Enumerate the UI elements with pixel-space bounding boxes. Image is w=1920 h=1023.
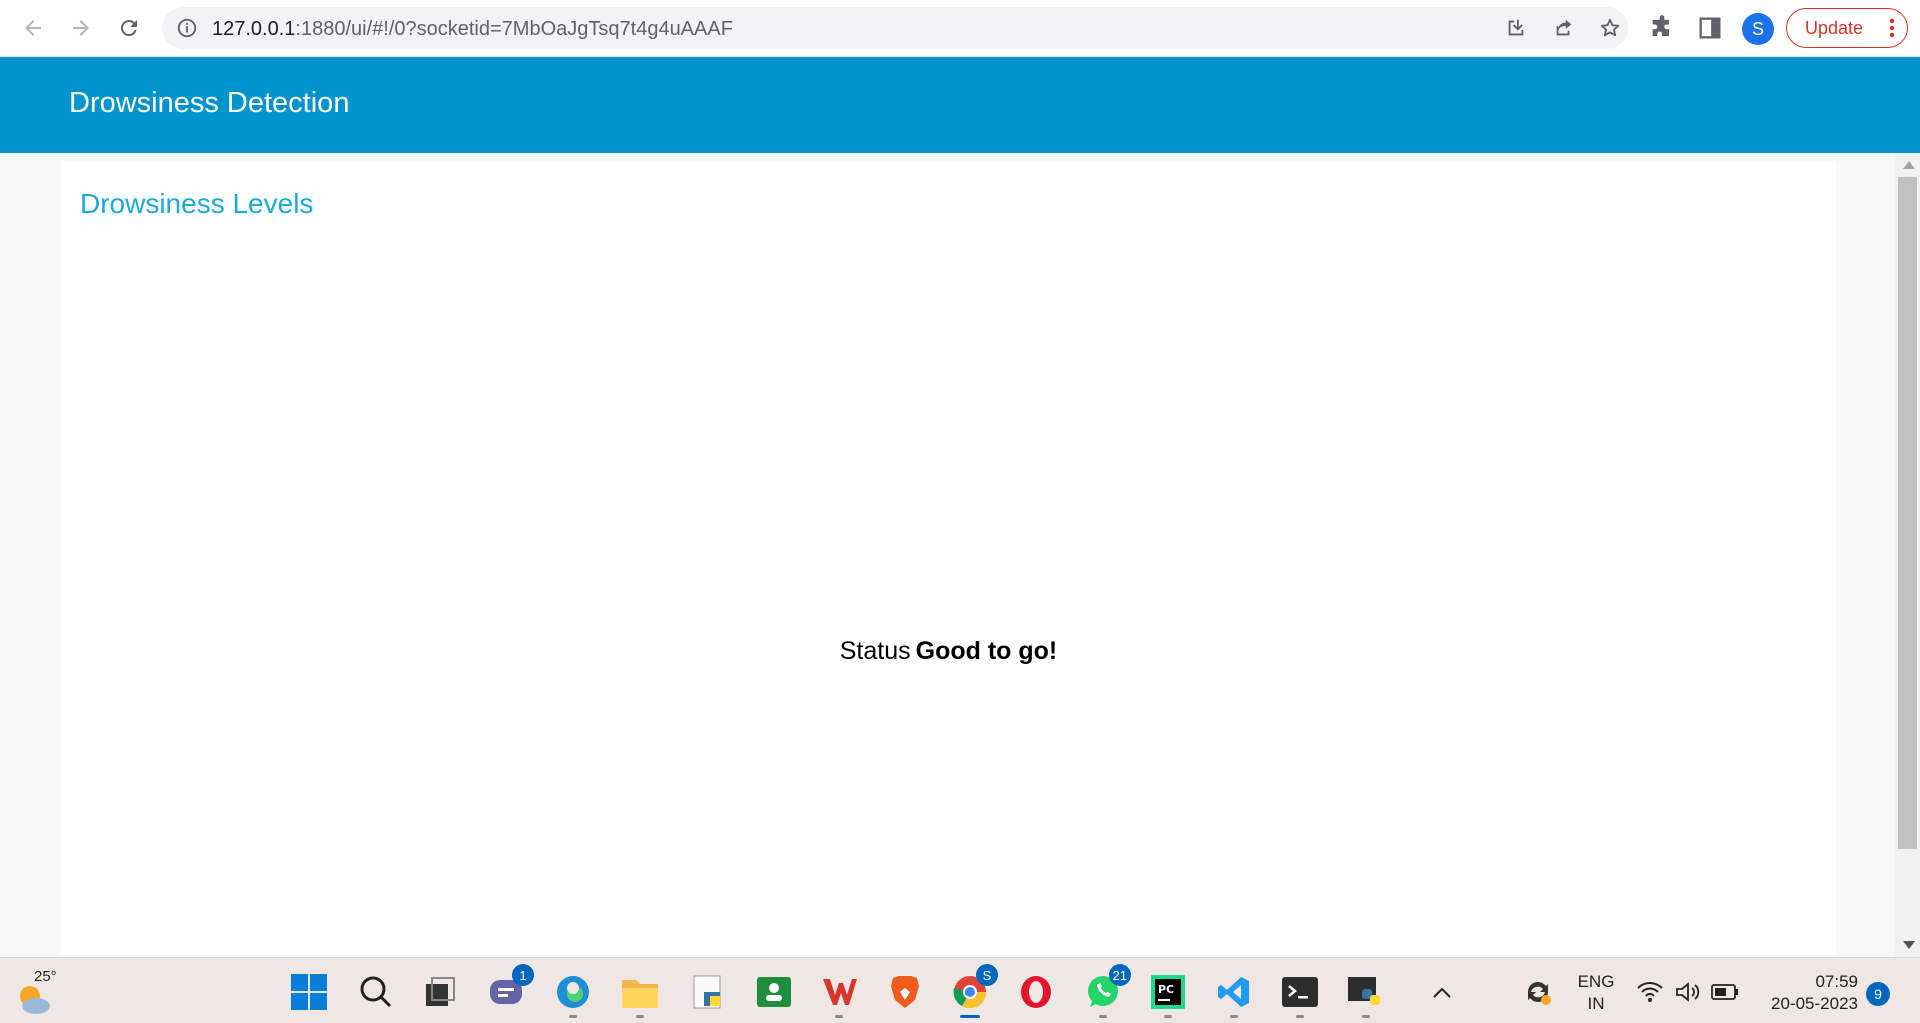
status-label: Status [839,637,911,665]
python-icon [1348,977,1380,1005]
clock-date: 20-05-2023 [1771,994,1858,1013]
dashboard-header: Drowsiness Detection [0,57,1920,153]
system-tray-quick-settings[interactable] [1630,972,1670,1012]
back-button[interactable] [15,10,51,46]
status-text: Status Good to go! [61,637,1836,666]
active-indicator [960,1015,980,1018]
forward-button[interactable] [63,10,99,46]
notepad-python-app[interactable] [688,972,728,1012]
extensions-icon[interactable] [1648,14,1676,42]
card-title: Drowsiness Levels [80,188,314,219]
brave-browser-app[interactable] [885,972,925,1012]
battery-icon [1711,984,1738,1000]
sync-icon [1528,982,1551,1005]
running-indicator [1230,1015,1238,1018]
more-menu-icon [1889,18,1895,38]
page-title: Drowsiness Detection [69,87,350,119]
sync-status[interactable] [1518,972,1558,1012]
clock[interactable]: 07:59 20-05-2023 [1758,971,1858,1015]
folder-icon [622,980,658,1008]
site-info-icon[interactable] [176,17,198,39]
classroom-app[interactable] [754,972,794,1012]
vertical-scrollbar[interactable] [1895,153,1920,957]
update-button[interactable]: Update [1786,8,1908,48]
chrome-profile-badge: S [976,964,998,986]
opera-app[interactable] [1016,972,1056,1012]
windows-logo-icon [291,974,327,1010]
running-indicator [569,1015,577,1018]
clock-time: 07:59 [1815,972,1858,991]
reload-icon [120,20,137,37]
reload-button[interactable] [111,10,147,46]
dashboard-content: Drowsiness Levels Status Good to go! [0,153,1895,957]
chevron-up-icon [1433,987,1451,998]
start-button[interactable] [289,972,329,1012]
show-hidden-icons-button[interactable] [1422,972,1462,1012]
whatsapp-app[interactable]: 21 [1083,964,1131,1018]
battery-status[interactable] [1705,972,1745,1012]
update-label: Update [1805,17,1864,38]
brave-lion-icon [891,976,919,1008]
task-view-button[interactable] [420,972,460,1012]
drowsiness-card: Drowsiness Levels Status Good to go! [61,161,1836,957]
running-indicator [1296,1015,1304,1018]
notification-count-badge[interactable]: 9 [1866,982,1890,1006]
wps-writer-icon [823,979,857,1005]
file-explorer-app[interactable] [620,972,660,1018]
svg-text:PC: PC [1158,983,1174,996]
chrome-app[interactable]: S [950,964,998,1018]
terminal-icon [1282,977,1318,1007]
running-indicator [1164,1015,1172,1018]
language-indicator[interactable]: ENG IN [1576,971,1616,1015]
python-idle-app[interactable] [1346,972,1386,1018]
terminal-app[interactable] [1280,972,1320,1018]
taskbar-search[interactable] [356,972,396,1012]
windows-taskbar: 25° 1 S 21 PC ENG IN 07:59 20-05-2023 9 [0,957,1920,1023]
scroll-up-arrow-icon[interactable] [1903,161,1915,169]
scrollbar-thumb[interactable] [1898,177,1917,849]
volume-control[interactable] [1668,972,1708,1012]
pycharm-icon: PC [1151,975,1185,1009]
running-indicator [835,1015,843,1018]
language-region: IN [1587,994,1605,1013]
profile-avatar[interactable]: S [1742,13,1774,45]
share-icon[interactable] [1553,17,1575,39]
pycharm-app[interactable]: PC [1148,972,1188,1018]
browser-toolbar: 127.0.0.1:1880/ui/#!/0?socketid=7MbOaJgT… [0,0,1920,57]
speaker-icon [1676,982,1700,1002]
edge-icon [557,976,589,1008]
document-python-icon [693,975,721,1009]
teams-badge: 1 [512,964,534,986]
status-value: Good to go! [915,637,1058,665]
arrow-right-icon [73,20,89,36]
language-code: ENG [1577,972,1615,991]
bookmark-star-icon[interactable] [1599,17,1621,39]
opera-icon [1021,976,1051,1008]
vscode-icon [1218,977,1249,1007]
vscode-app[interactable] [1214,972,1254,1018]
task-view-icon [426,977,455,1006]
running-indicator [1362,1015,1370,1018]
classroom-icon [757,977,791,1007]
running-indicator [1099,1015,1107,1018]
side-panel-icon[interactable] [1696,14,1724,42]
url-text[interactable]: 127.0.0.1:1880/ui/#!/0?socketid=7MbOaJgT… [212,18,733,41]
whatsapp-badge: 21 [1108,964,1131,986]
address-bar[interactable]: 127.0.0.1:1880/ui/#!/0?socketid=7MbOaJgT… [162,7,1628,49]
search-icon [360,976,392,1008]
install-app-icon[interactable] [1505,17,1527,39]
url-host: 127.0.0.1 [212,18,296,40]
weather-temperature: 25° [34,968,57,985]
teams-chat-app[interactable]: 1 [486,964,534,1012]
wifi-icon [1637,982,1663,1002]
running-indicator [636,1015,644,1018]
edge-app[interactable] [553,972,593,1018]
wps-office-app[interactable] [819,972,859,1018]
arrow-left-icon [25,20,41,36]
weather-widget[interactable]: 25° [14,968,64,1014]
scroll-down-arrow-icon[interactable] [1903,941,1915,949]
url-path: :1880/ui/#!/0?socketid=7MbOaJgTsq7t4g4uA… [295,18,733,40]
